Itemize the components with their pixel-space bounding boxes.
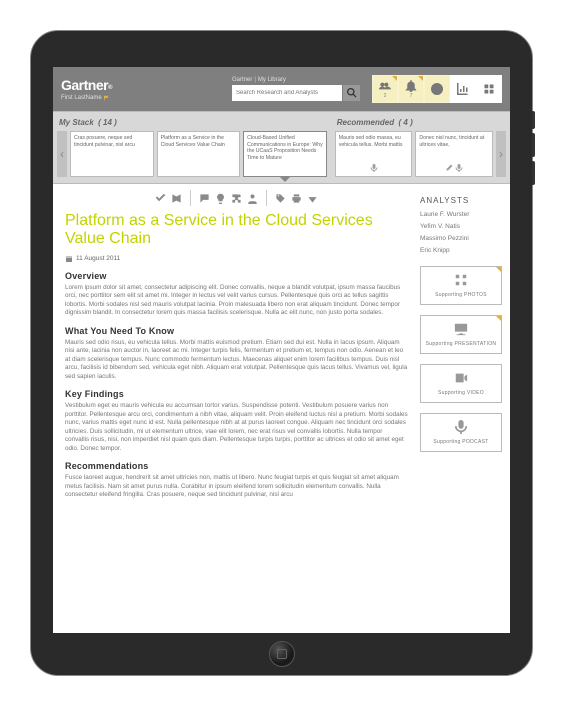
bell-icon[interactable]: 7 xyxy=(398,75,424,103)
supporting-video-button[interactable]: Supporting VIDEO xyxy=(420,364,502,403)
chart-icon[interactable] xyxy=(450,75,476,103)
stack-prev-button[interactable]: ‹ xyxy=(57,131,67,177)
search-input[interactable] xyxy=(232,85,342,101)
calendar-icon xyxy=(65,255,73,263)
flag-icon xyxy=(104,95,110,101)
people-icon[interactable]: 2 xyxy=(372,75,398,103)
stack-card[interactable]: Platform as a Service in the Cloud Servi… xyxy=(157,131,241,177)
supporting-presentation-button[interactable]: Supporting PRESENTATION xyxy=(420,315,502,354)
analysts-heading: ANALYSTS xyxy=(420,196,502,205)
grid-icon[interactable] xyxy=(476,75,502,103)
article-date: 11 August 2011 xyxy=(65,255,408,263)
download-icon[interactable] xyxy=(307,193,318,204)
photos-icon xyxy=(454,273,468,287)
stack-card[interactable]: Cras posuere, neque sed tincidunt pulvin… xyxy=(70,131,154,177)
app-screen: Gartner® First LastName Gartner|My Libra… xyxy=(53,67,510,633)
clock-icon[interactable] xyxy=(424,75,450,103)
puzzle-icon[interactable] xyxy=(231,193,242,204)
print-icon[interactable] xyxy=(291,193,302,204)
user-name: First LastName xyxy=(61,95,110,101)
analyst-link[interactable]: Eric Knipp xyxy=(420,247,502,254)
article-title: Platform as a Service in the Cloud Servi… xyxy=(65,212,408,249)
bulb-icon[interactable] xyxy=(215,193,226,204)
recommended-group: Recommended ( 4 ) Mauris sed odio massa,… xyxy=(331,112,510,183)
slides-icon xyxy=(454,322,468,336)
video-icon xyxy=(454,371,468,385)
tag-icon[interactable] xyxy=(275,193,286,204)
mic-icon xyxy=(455,164,463,172)
search-button[interactable] xyxy=(342,85,360,101)
recs-heading: Recommendations xyxy=(65,461,408,471)
check-icon[interactable] xyxy=(155,193,166,204)
findings-text: Vestibulum eget eu mauris vehicula eu ac… xyxy=(65,402,408,453)
recommended-next-button[interactable]: › xyxy=(496,131,506,177)
topbar: Gartner® First LastName Gartner|My Libra… xyxy=(53,67,510,111)
home-button[interactable] xyxy=(269,641,295,667)
write-icon xyxy=(445,164,453,172)
stack-card-active[interactable]: Cloud-Based Unified Communications in Eu… xyxy=(243,131,327,177)
analyst-link[interactable]: Yefim V. Natis xyxy=(420,223,502,230)
overview-text: Lorem ipsum dolor sit amet, consectetur … xyxy=(65,284,408,318)
recommended-card[interactable]: Mauris sed odio massa, eu vehicula tellu… xyxy=(335,131,413,177)
overview-heading: Overview xyxy=(65,271,408,281)
sidebar: ANALYSTS Laurie F. Wurster Yefim V. Nati… xyxy=(420,184,510,516)
article-main: Platform as a Service in the Cloud Servi… xyxy=(53,184,420,516)
podcast-icon xyxy=(454,420,468,434)
analyst-link[interactable]: Laurie F. Wurster xyxy=(420,211,502,218)
mic-icon xyxy=(370,164,378,172)
breadcrumb-lib[interactable]: My Library xyxy=(258,77,286,83)
comment-icon[interactable] xyxy=(199,193,210,204)
findings-heading: Key Findings xyxy=(65,389,408,399)
wyn2k-text: Mauris sed odio risus, eu vehicula tellu… xyxy=(65,339,408,382)
recs-text: Fusce laoreet augue, hendrerit sit amet … xyxy=(65,474,408,500)
tablet-device: Gartner® First LastName Gartner|My Libra… xyxy=(30,30,533,676)
breadcrumb: Gartner|My Library xyxy=(232,77,360,83)
wyn2k-heading: What You Need To Know xyxy=(65,326,408,336)
analyst-link[interactable]: Massimo Pezzini xyxy=(420,235,502,242)
breadcrumb-root[interactable]: Gartner xyxy=(232,77,252,83)
recommended-card[interactable]: Donec nisl nunc, tincidunt at ultrices v… xyxy=(415,131,493,177)
brand-logo: Gartner® xyxy=(61,77,112,93)
supporting-photos-button[interactable]: Supporting PHOTOS xyxy=(420,266,502,305)
article-toolbar xyxy=(65,190,408,206)
person-icon[interactable] xyxy=(247,193,258,204)
supporting-podcast-button[interactable]: Supporting PODCAST xyxy=(420,413,502,452)
book-icon[interactable] xyxy=(171,193,182,204)
my-stack-group: My Stack ( 14 ) ‹ Cras posuere, neque se… xyxy=(53,112,331,183)
